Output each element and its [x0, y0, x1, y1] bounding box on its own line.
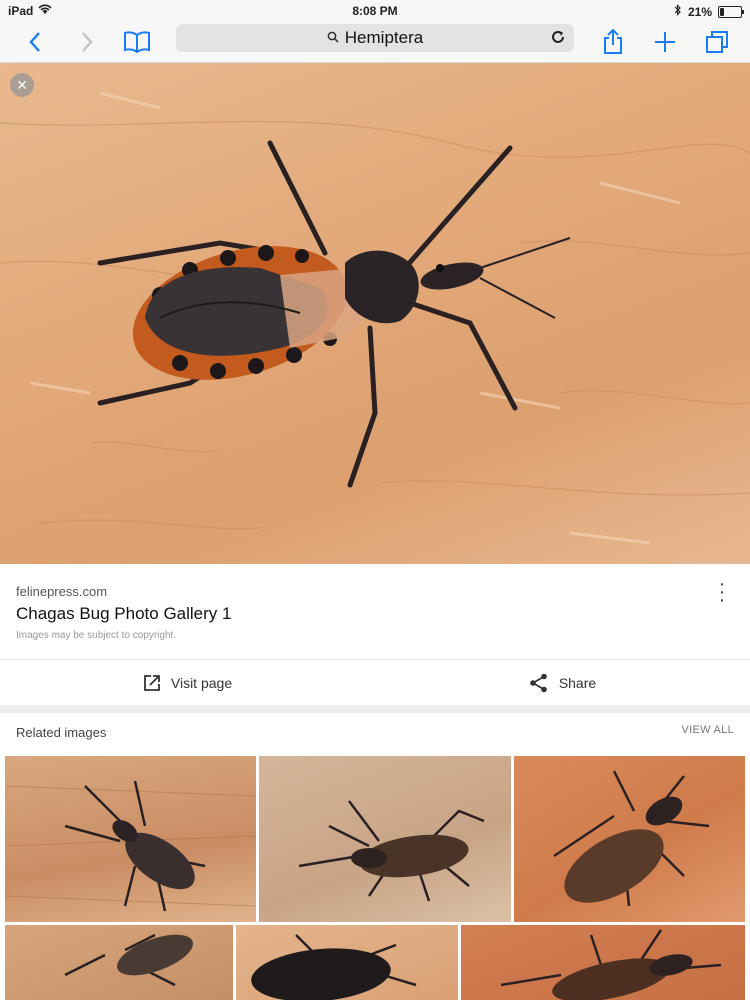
more-options-button[interactable]: · · · — [712, 574, 732, 610]
tabs-icon — [706, 31, 728, 53]
source-domain[interactable]: felinepress.com — [16, 584, 107, 599]
share-label: Share — [558, 675, 597, 691]
address-bar[interactable]: Hemiptera — [176, 24, 574, 52]
battery-icon — [718, 5, 744, 18]
related-images-section: Related images VIEW ALL — [0, 713, 750, 1000]
search-icon — [327, 31, 339, 46]
book-icon — [124, 31, 150, 53]
plus-icon — [655, 32, 675, 52]
reload-icon[interactable] — [550, 29, 566, 50]
bug-photo-6 — [500, 929, 722, 1000]
more-vert-icon: · · · — [718, 573, 726, 611]
bug-photo-3 — [553, 770, 710, 907]
chevron-right-icon — [82, 32, 93, 52]
kissing-bug-photo — [0, 91, 750, 545]
related-image-1[interactable] — [5, 756, 256, 922]
share-nodes-icon — [530, 673, 547, 693]
bug-photo-1 — [5, 780, 256, 912]
open-external-icon — [143, 675, 160, 691]
bookmarks-button[interactable] — [120, 22, 154, 62]
address-text: Hemiptera — [344, 28, 424, 47]
related-image-2[interactable] — [259, 756, 511, 922]
related-heading: Related images — [16, 725, 107, 740]
result-info-card: felinepress.com Chagas Bug Photo Gallery… — [0, 564, 750, 705]
visit-page-label: Visit page — [170, 675, 233, 691]
back-button[interactable] — [20, 22, 50, 62]
share-button[interactable]: Share — [375, 660, 750, 706]
related-image-5[interactable] — [236, 925, 458, 1000]
status-time: 8:08 PM — [352, 4, 398, 18]
status-bar: iPad 8:08 PM 21% — [0, 0, 750, 22]
new-tab-button[interactable] — [650, 22, 680, 62]
related-image-3[interactable] — [514, 756, 745, 922]
visit-page-button[interactable]: Visit page — [0, 660, 375, 706]
bug-photo-2 — [298, 800, 485, 902]
tabs-button[interactable] — [702, 22, 732, 62]
share-icon — [604, 29, 622, 54]
close-button[interactable]: × — [10, 73, 34, 97]
bug-photo-4 — [64, 933, 193, 987]
result-title[interactable]: Chagas Bug Photo Gallery 1 — [16, 604, 231, 624]
copyright-note: Images may be subject to copyright. — [16, 630, 177, 641]
related-image-6[interactable] — [461, 925, 745, 1000]
bug-photo-5 — [251, 934, 417, 1000]
forward-button[interactable] — [72, 22, 102, 62]
bluetooth-icon — [674, 4, 682, 19]
battery-fill — [720, 7, 724, 16]
result-actions: Visit page Share — [0, 659, 750, 706]
result-image[interactable] — [0, 63, 750, 564]
share-toolbar-button[interactable] — [598, 22, 628, 62]
chevron-left-icon — [29, 32, 40, 52]
battery-percent: 21% — [687, 4, 712, 19]
related-image-4[interactable] — [5, 925, 233, 1000]
close-icon: × — [16, 75, 28, 95]
view-all-link[interactable]: VIEW ALL — [681, 724, 734, 736]
browser-toolbar: Hemiptera — [0, 22, 750, 63]
